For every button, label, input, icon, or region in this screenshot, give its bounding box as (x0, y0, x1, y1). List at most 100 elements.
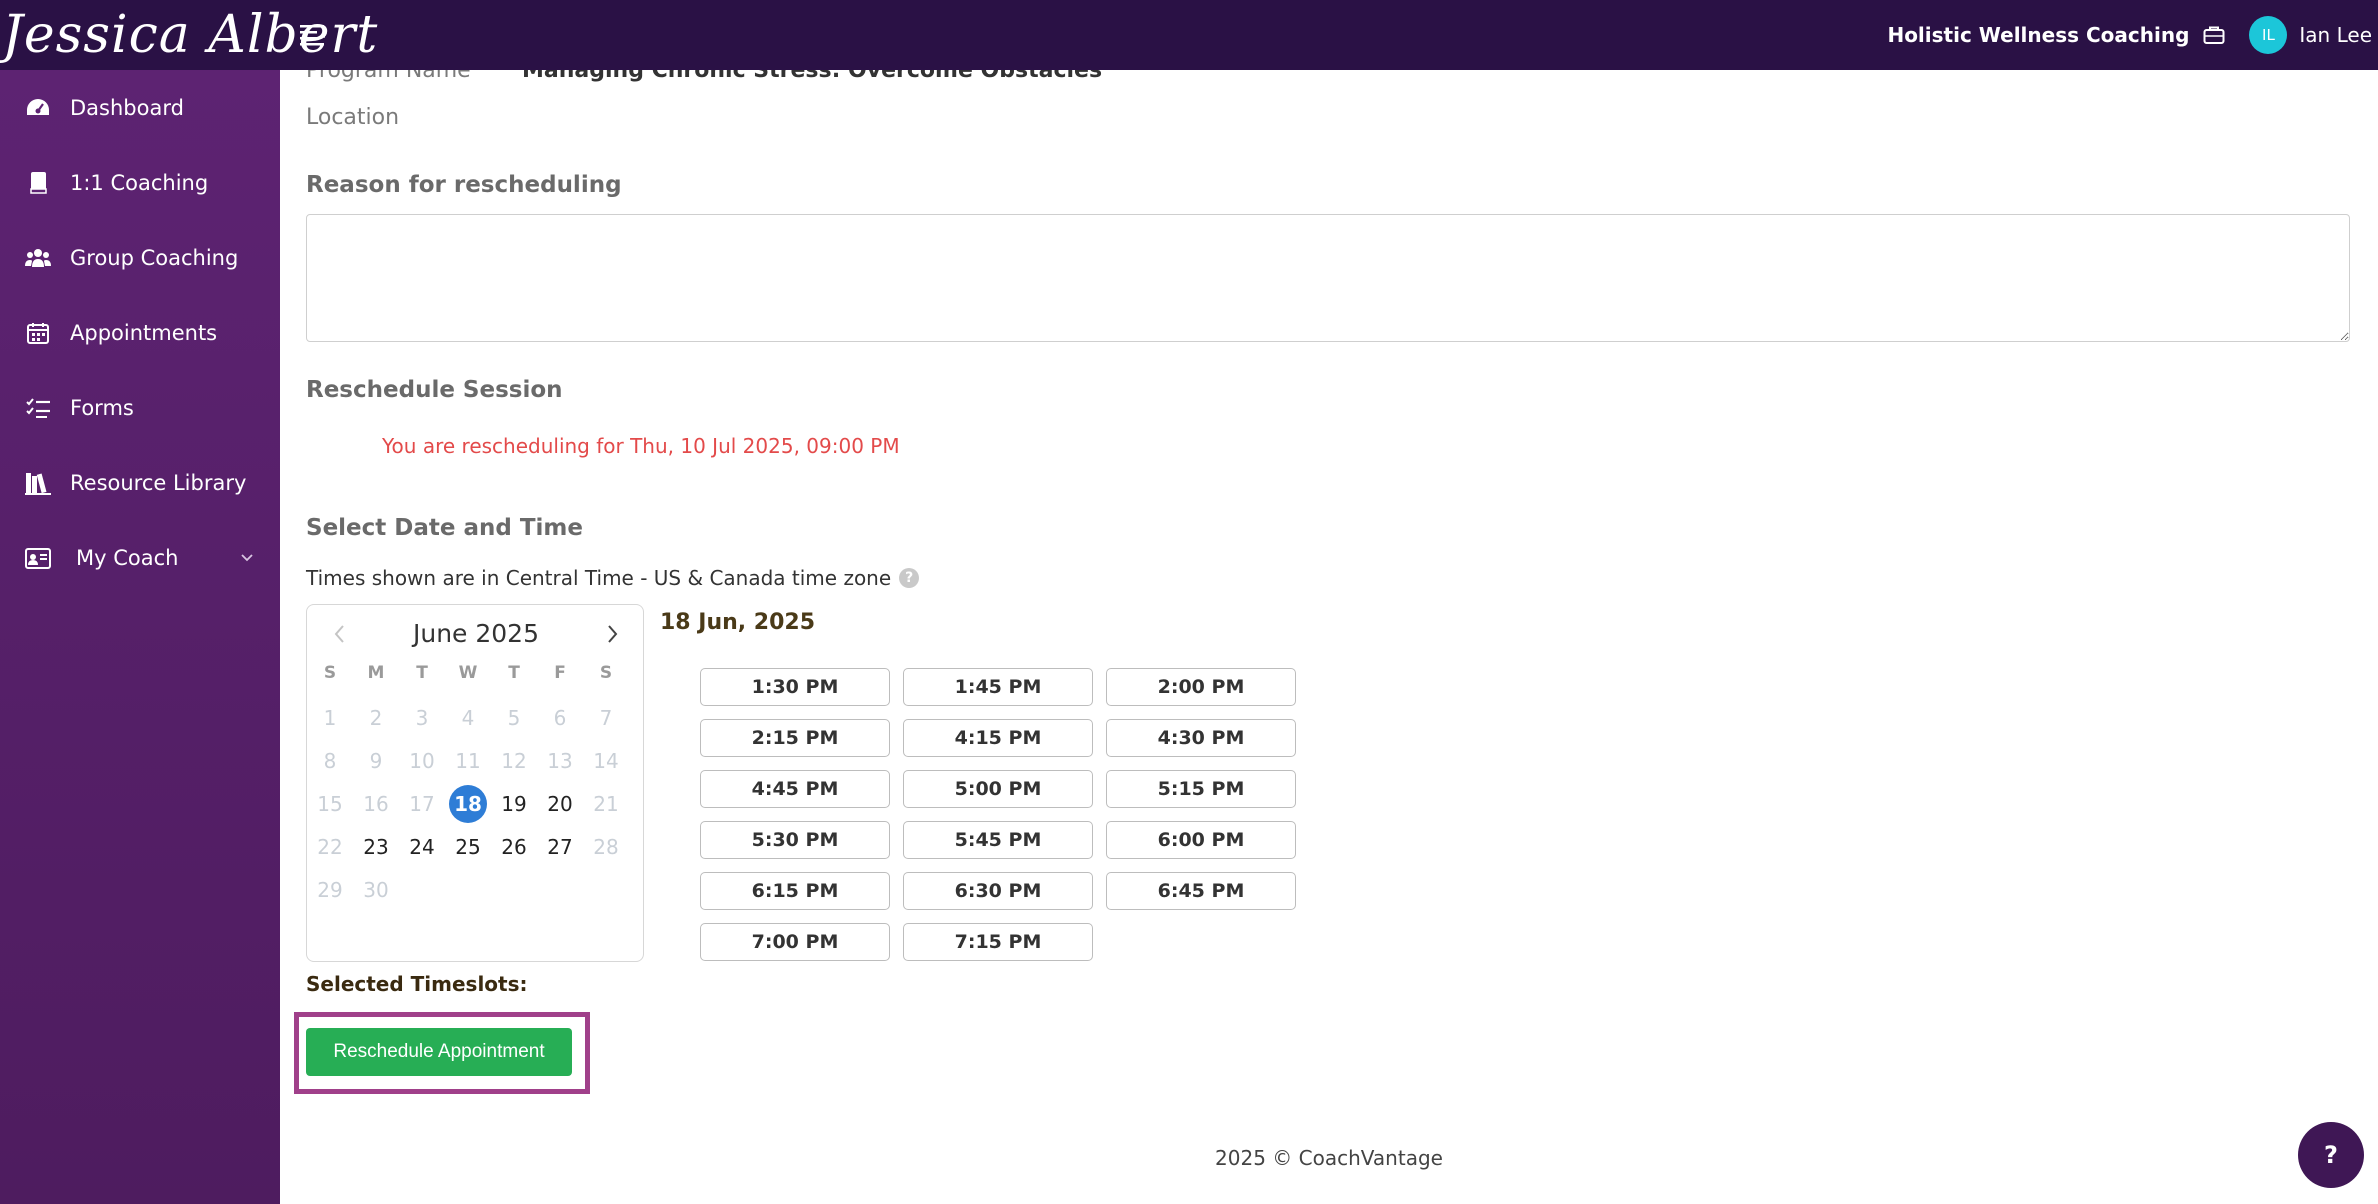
calendar-day: 1 (323, 706, 337, 730)
timeslot-button[interactable]: 4:30 PM (1106, 719, 1296, 757)
calendar-day: 16 (363, 792, 389, 816)
weekday-header: F (554, 663, 566, 683)
sidebar-item-appointments[interactable]: Appointments (0, 303, 280, 363)
selected-date-heading: 18 Jun, 2025 (660, 610, 816, 635)
calendar-day: 8 (323, 749, 337, 773)
calendar-day: 22 (317, 835, 343, 859)
calendar-day: 10 (409, 749, 435, 773)
timezone-note-text: Times shown are in Central Time - US & C… (306, 566, 892, 590)
timeslot-button[interactable]: 6:45 PM (1106, 872, 1296, 910)
timeslot-button[interactable]: 7:00 PM (700, 923, 890, 961)
calendar-day: 2 (369, 706, 383, 730)
weekday-header: T (416, 663, 428, 683)
calendar-day-selected[interactable]: 18 (449, 785, 487, 823)
sidebar-item-resource-library[interactable]: Resource Library (0, 453, 280, 513)
sidebar: Dashboard 1:1 Coaching Group Coaching Ap… (0, 70, 280, 1204)
timeslot-button[interactable]: 5:45 PM (903, 821, 1093, 859)
weekday-header: S (599, 663, 613, 683)
avatar[interactable]: IL (2249, 16, 2288, 54)
calendar-day[interactable]: 20 (541, 785, 579, 823)
help-button[interactable]: ? (2298, 1122, 2364, 1188)
calendar-day: 5 (507, 706, 521, 730)
calendar-day: 17 (409, 792, 435, 816)
topbar-right: Holistic Wellness Coaching IL Ian Lee (1887, 0, 2378, 70)
calendar-day: 14 (593, 749, 619, 773)
weekday-header: T (508, 663, 520, 683)
program-name-label: Program Name (306, 70, 471, 83)
timeslot-button[interactable]: 2:00 PM (1106, 668, 1296, 706)
timeslot-button[interactable]: 6:30 PM (903, 872, 1093, 910)
briefcase-icon[interactable] (2203, 25, 2225, 45)
sidebar-item-label: Group Coaching (70, 246, 239, 270)
calendar-day[interactable]: 23 (357, 828, 395, 866)
timezone-note: Times shown are in Central Time - US & C… (306, 566, 920, 590)
calendar-day: 12 (501, 749, 527, 773)
dashboard-gauge-icon (24, 94, 52, 122)
book-icon (24, 169, 52, 197)
company-name[interactable]: Holistic Wellness Coaching (1887, 23, 2189, 47)
calendar-day: 29 (317, 878, 343, 902)
reschedule-appointment-button[interactable]: Reschedule Appointment (306, 1028, 572, 1076)
user-name[interactable]: Ian Lee (2299, 23, 2372, 47)
date-picker-calendar: June 2025 S M T W T F S 1 2 3 4 5 6 7 8 9 10 11 12 13 14 15 16… (306, 604, 644, 962)
sidebar-item-my-coach[interactable]: My Coach (0, 528, 280, 588)
reason-label: Reason for rescheduling (306, 172, 622, 198)
sidebar-item-label: Appointments (70, 321, 218, 345)
timeslot-button[interactable]: 5:00 PM (903, 770, 1093, 808)
weekday-header: S (323, 663, 337, 683)
chevron-right-icon[interactable] (601, 623, 623, 645)
sidebar-item-1-1-coaching[interactable]: 1:1 Coaching (0, 153, 280, 213)
sidebar-item-label: 1:1 Coaching (70, 171, 209, 195)
timeslot-button[interactable]: 5:15 PM (1106, 770, 1296, 808)
sidebar-item-label: Forms (70, 396, 134, 420)
calendar-day: 6 (553, 706, 567, 730)
sidebar-item-dashboard[interactable]: Dashboard (0, 78, 280, 138)
calendar-day[interactable]: 19 (495, 785, 533, 823)
sidebar-item-group-coaching[interactable]: Group Coaching (0, 228, 280, 288)
top-bar: Jessica Albert Holistic Wellness Coachin… (0, 0, 2378, 70)
calendar-day: 11 (455, 749, 481, 773)
selected-timeslots-label: Selected Timeslots: (306, 972, 528, 996)
calendar-day[interactable]: 26 (495, 828, 533, 866)
calendar-icon (24, 319, 52, 347)
coach-card-icon (24, 544, 52, 572)
calendar-day: 13 (547, 749, 573, 773)
menu-toggle-icon[interactable] (298, 22, 328, 48)
timeslot-button[interactable]: 1:45 PM (903, 668, 1093, 706)
calendar-day: 28 (593, 835, 619, 859)
reschedule-notice: You are rescheduling for Thu, 10 Jul 202… (382, 434, 900, 458)
calendar-month-title: June 2025 (412, 619, 539, 648)
calendar-day[interactable]: 24 (403, 828, 441, 866)
calendar-day: 21 (593, 792, 619, 816)
timeslot-button[interactable]: 5:30 PM (700, 821, 890, 859)
checklist-icon (24, 394, 52, 422)
sidebar-item-forms[interactable]: Forms (0, 378, 280, 438)
help-icon[interactable]: ? (899, 568, 920, 588)
footer-copyright: 2025 © CoachVantage (1215, 1146, 1443, 1170)
location-label: Location (306, 105, 400, 130)
reason-textarea[interactable] (306, 214, 2350, 342)
chevron-down-icon[interactable] (240, 551, 254, 565)
timeslot-button[interactable]: 6:15 PM (700, 872, 890, 910)
calendar-day[interactable]: 25 (449, 828, 487, 866)
calendar-day: 30 (363, 878, 389, 902)
timeslot-button[interactable]: 2:15 PM (700, 719, 890, 757)
timeslot-button[interactable]: 7:15 PM (903, 923, 1093, 961)
calendar-day: 4 (461, 706, 475, 730)
program-name-value: Managing Chronic Stress: Overcome Obstac… (522, 70, 1103, 83)
select-date-time-title: Select Date and Time (306, 515, 583, 541)
calendar-day[interactable]: 27 (541, 828, 579, 866)
calendar-header: June 2025 (307, 605, 645, 661)
sidebar-item-label: Dashboard (70, 96, 184, 120)
library-icon (24, 469, 52, 497)
timeslot-button[interactable]: 4:15 PM (903, 719, 1093, 757)
weekday-header: M (367, 663, 385, 683)
sidebar-item-label: My Coach (76, 546, 179, 570)
timeslot-button[interactable]: 4:45 PM (700, 770, 890, 808)
calendar-day: 7 (599, 706, 613, 730)
timeslot-button[interactable]: 6:00 PM (1106, 821, 1296, 859)
timeslot-button[interactable]: 1:30 PM (700, 668, 890, 706)
sidebar-item-label: Resource Library (70, 471, 247, 495)
weekday-header: W (458, 663, 478, 683)
calendar-day: 9 (369, 749, 383, 773)
